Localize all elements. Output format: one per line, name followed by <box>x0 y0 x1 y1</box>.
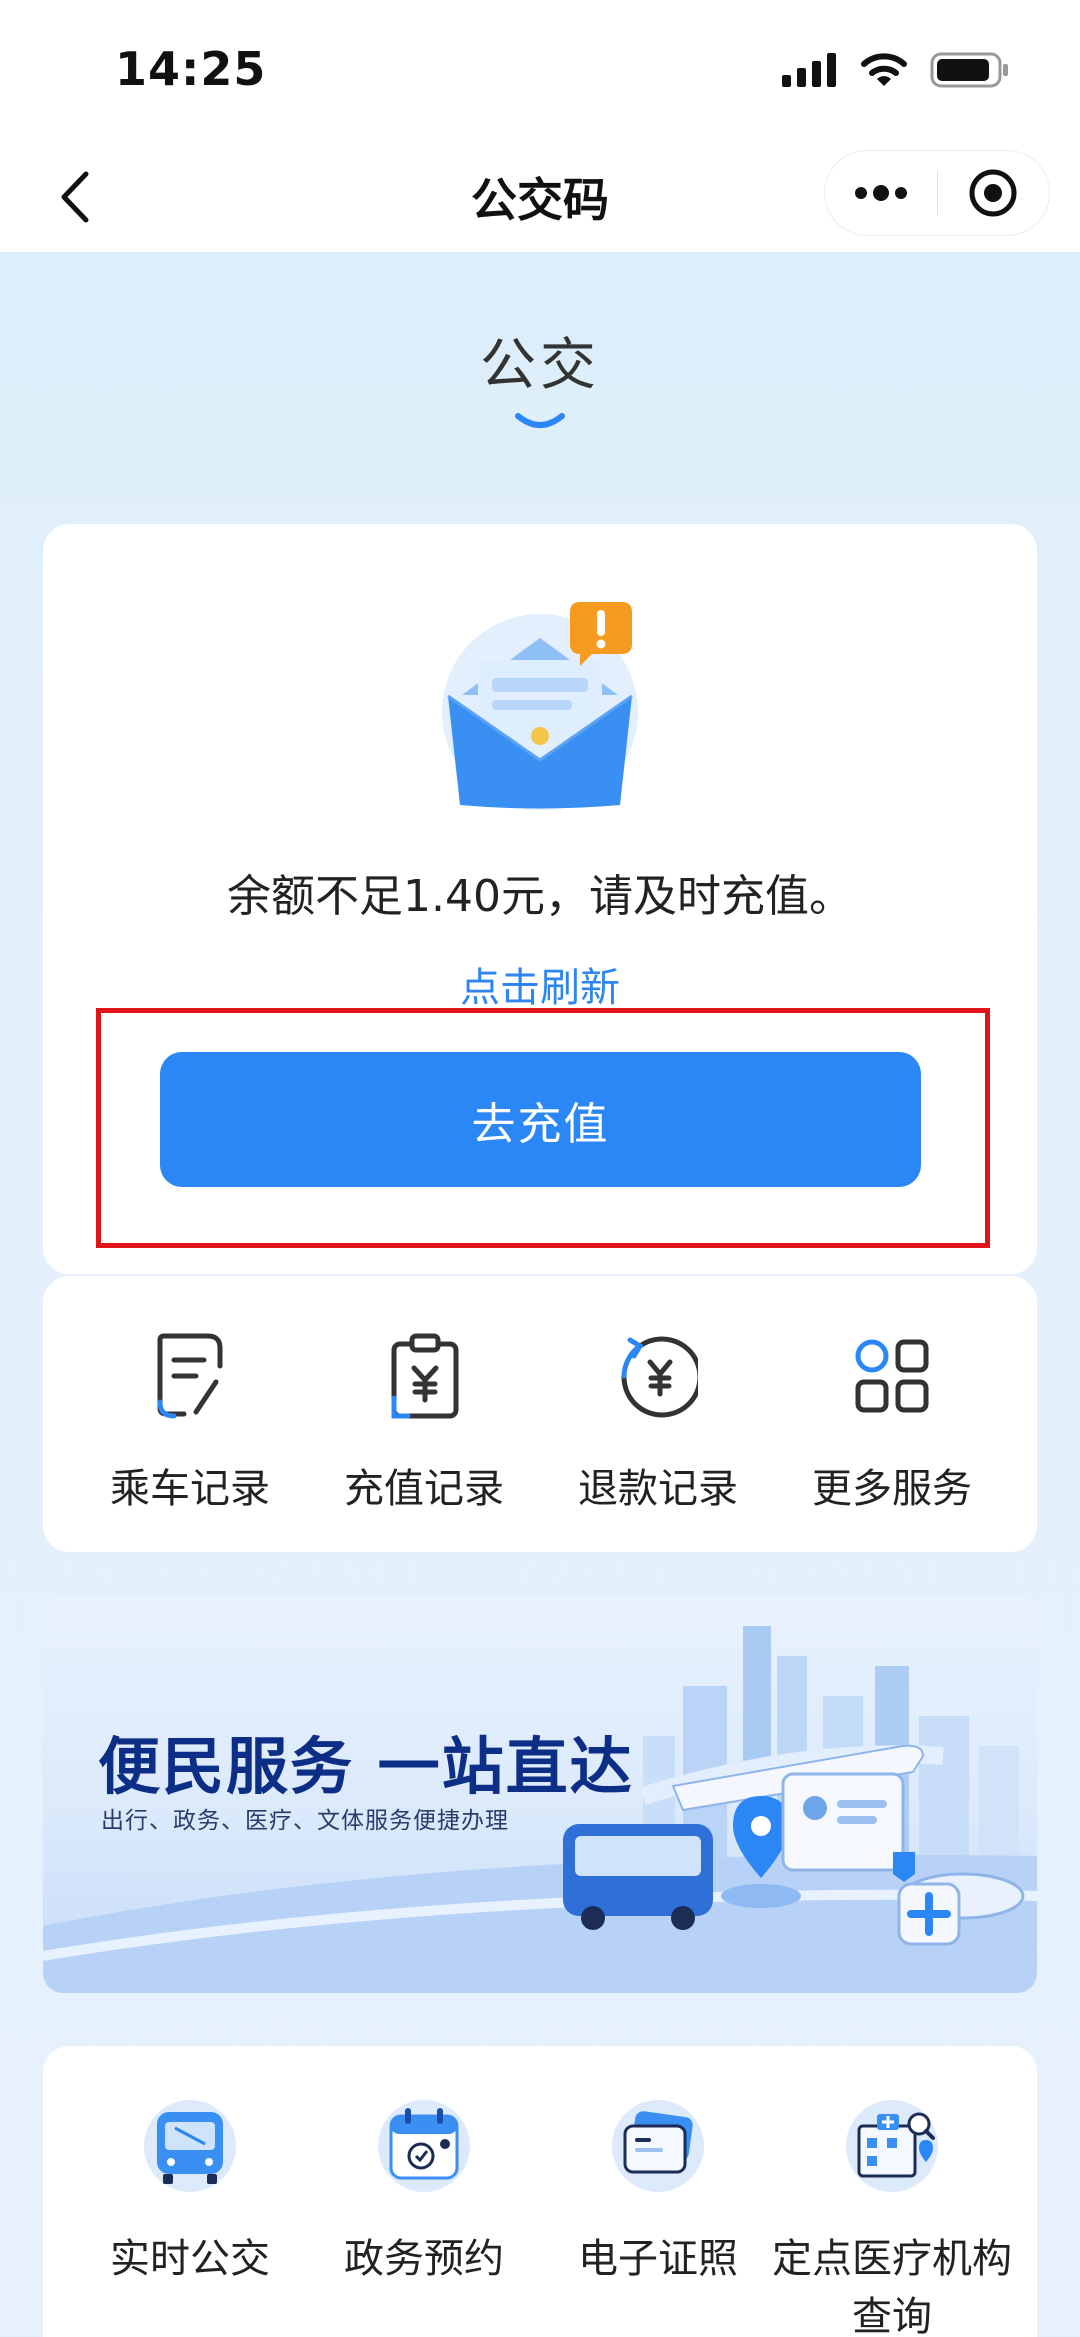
mini-program-capsule <box>824 150 1050 236</box>
status-time: 14:25 <box>115 42 267 96</box>
service-refund-record[interactable]: 退款记录 <box>541 1276 775 1552</box>
more-dots-icon <box>854 185 907 201</box>
service-recharge-record[interactable]: 充值记录 <box>307 1276 541 1552</box>
envelope-warning-icon <box>442 602 638 810</box>
target-close-icon <box>969 169 1017 217</box>
realtime-bus-icon <box>144 2100 236 2192</box>
signal-icon <box>782 53 836 87</box>
refresh-link[interactable]: 点击刷新 <box>0 955 1080 1013</box>
gov-appointment-icon <box>378 2100 470 2192</box>
service-label: 充值记录 <box>344 1466 504 1512</box>
service-realtime-bus[interactable]: 实时公交 <box>73 2046 307 2337</box>
close-mini-program-button[interactable] <box>938 151 1050 235</box>
tab-indicator <box>515 413 565 428</box>
service-gov-appointment[interactable]: 政务预约 <box>307 2046 541 2337</box>
bottom-services-grid: 实时公交 政务预约 电子证照 定点医疗机构查询 <box>43 2046 1037 2337</box>
more-menu-button[interactable] <box>825 151 937 235</box>
medical-institution-icon <box>846 2100 938 2192</box>
services-grid: 乘车记录 充值记录 退款记录 更多服务 <box>43 1276 1037 1552</box>
recharge-record-icon <box>391 1333 459 1419</box>
banner-subtitle: 出行、政务、医疗、文体服务便捷办理 <box>101 1808 509 1834</box>
refund-record-icon <box>621 1336 698 1418</box>
banner-title: 便民服务 一站直达 <box>98 1730 634 1803</box>
service-label: 乘车记录 <box>110 1466 270 1512</box>
more-services-icon <box>855 1339 929 1413</box>
service-label: 政务预约 <box>344 2236 504 2282</box>
balance-warning-text: 余额不足1.40元，请及时充值。 <box>227 871 853 922</box>
service-medical-institution[interactable]: 定点医疗机构查询 <box>772 2046 1012 2337</box>
service-label: 退款记录 <box>578 1466 738 1512</box>
service-ride-record[interactable]: 乘车记录 <box>73 1276 307 1552</box>
nav-bar: 公交码 <box>0 140 1080 252</box>
service-label: 定点医疗机构查询 <box>772 2236 1012 2337</box>
service-label: 实时公交 <box>110 2236 270 2282</box>
service-e-license[interactable]: 电子证照 <box>541 2046 775 2337</box>
battery-icon <box>930 52 1008 88</box>
ride-record-icon <box>157 1333 223 1419</box>
service-label: 电子证照 <box>578 2236 738 2282</box>
recharge-button[interactable]: 去充值 <box>160 1052 921 1187</box>
wifi-icon <box>861 53 907 86</box>
status-bar: 14:25 <box>0 0 1080 140</box>
tab-bus[interactable]: 公交 <box>0 320 1080 401</box>
promo-banner[interactable]: 便民服务 一站直达 出行、政务、医疗、文体服务便捷办理 <box>43 1596 1037 1993</box>
status-icons <box>782 50 1010 90</box>
service-label: 更多服务 <box>812 1466 972 1512</box>
e-license-icon <box>612 2100 704 2192</box>
service-more[interactable]: 更多服务 <box>775 1276 1009 1552</box>
